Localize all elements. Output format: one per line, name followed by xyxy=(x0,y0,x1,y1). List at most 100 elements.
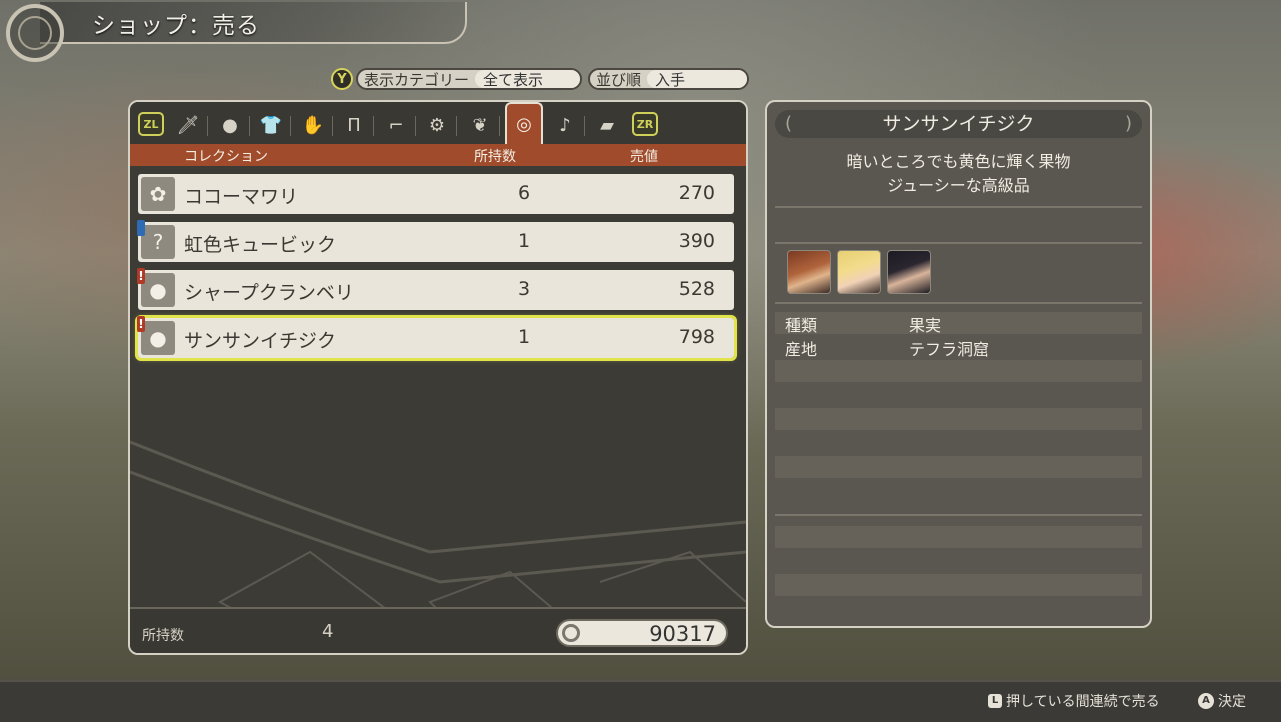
item-price: 270 xyxy=(678,182,715,204)
detail-title-bar: ( サンサンイチジク ) xyxy=(775,110,1142,138)
fruit-icon: ● xyxy=(141,321,175,355)
book-icon: ▰ xyxy=(600,114,614,136)
gear-icon: ⚙ xyxy=(428,114,446,136)
new-badge-icon xyxy=(137,220,145,236)
list-item-selected[interactable]: ● ! サンサンイチジク 1 798 xyxy=(135,315,737,361)
divider xyxy=(775,206,1142,208)
button-hint-bar: L 押している間連続で売る A 決定 xyxy=(0,680,1281,722)
question-icon: ? xyxy=(141,225,175,259)
boot-icon: ⌐ xyxy=(388,114,404,136)
alert-badge-icon: ! xyxy=(137,316,145,332)
list-item[interactable]: ✿ ココーマワリ 6 270 xyxy=(138,174,734,214)
owned-count-value: 4 xyxy=(322,621,334,642)
property-label-origin: 産地 xyxy=(785,340,818,359)
coin-icon xyxy=(562,624,580,642)
divider xyxy=(775,242,1142,244)
hold-sell-hint[interactable]: L 押している間連続で売る xyxy=(988,691,1160,711)
plant-icon: ❦ xyxy=(472,114,488,136)
category-filter-value: 全て表示 xyxy=(475,70,580,89)
category-filter[interactable]: 表示カテゴリー 全て表示 xyxy=(356,68,582,90)
right-ornament-icon: ) xyxy=(1124,113,1132,134)
property-row-bg xyxy=(775,408,1142,430)
tab-collection[interactable]: ◎ xyxy=(505,102,543,144)
page-title: ショップ：売る xyxy=(92,13,260,39)
item-price: 798 xyxy=(678,326,715,348)
character-portrait-2 xyxy=(837,250,881,294)
y-button-icon[interactable]: Y xyxy=(331,68,353,90)
column-price: 売値 xyxy=(630,149,658,165)
divider xyxy=(775,302,1142,304)
category-filter-label: 表示カテゴリー xyxy=(364,70,470,89)
item-qty: 3 xyxy=(518,278,531,300)
alert-badge-icon: ! xyxy=(137,268,145,284)
item-qty: 1 xyxy=(518,326,531,348)
flower-icon: ✿ xyxy=(141,177,175,211)
sword-icon: 🗡 xyxy=(176,114,200,136)
arm-icon: ✋ xyxy=(301,114,325,136)
music-note-icon: ♪ xyxy=(559,114,571,136)
owned-count-label: 所持数 xyxy=(142,628,184,644)
character-portrait-3 xyxy=(887,250,931,294)
money-amount: 90317 xyxy=(649,622,716,646)
zl-button-icon[interactable]: ZL xyxy=(138,112,164,136)
item-list-panel: ZL 🗡 ● 👕 ✋ Π ⌐ ⚙ ❦ ◎ ♪ ▰ ZR コレクション 所持数 売… xyxy=(128,100,748,655)
property-value-type: 果実 xyxy=(909,316,942,335)
item-qty: 6 xyxy=(518,182,531,204)
tab-torso[interactable]: 👕 xyxy=(254,110,291,140)
property-value-origin: テフラ洞窟 xyxy=(909,340,990,359)
shirt-icon: 👕 xyxy=(259,114,283,136)
divider xyxy=(775,514,1142,516)
collection-icon: ◎ xyxy=(516,113,532,135)
a-button-icon: A xyxy=(1198,693,1214,709)
hold-sell-label: 押している間連続で売る xyxy=(1006,694,1160,710)
detail-title: サンサンイチジク xyxy=(882,113,1035,135)
list-item[interactable]: ● ! シャープクランベリ 3 528 xyxy=(137,268,734,310)
item-name: 虹色キュービック xyxy=(184,234,337,256)
property-row-bg xyxy=(775,360,1142,382)
tab-legs[interactable]: Π xyxy=(337,110,374,140)
tab-core[interactable]: ⚙ xyxy=(420,110,457,140)
header-ring-emblem xyxy=(6,4,64,62)
column-name: コレクション xyxy=(184,149,268,165)
screen-header: ショップ：売る xyxy=(0,0,480,70)
property-row-bg xyxy=(775,526,1142,548)
detail-description-line2: ジューシーな高級品 xyxy=(887,176,1030,195)
list-footer: 所持数 4 90317 xyxy=(130,607,746,653)
head-icon: ● xyxy=(222,114,238,136)
tab-head[interactable]: ● xyxy=(213,110,250,140)
tab-plant[interactable]: ❦ xyxy=(463,110,500,140)
confirm-label: 決定 xyxy=(1218,694,1246,710)
item-detail-panel: ( サンサンイチジク ) 暗いところでも黄色に輝く果物 ジューシーな高級品 種類… xyxy=(765,100,1152,628)
sort-filter-value: 入手 xyxy=(647,70,747,89)
column-qty: 所持数 xyxy=(474,149,516,165)
list-item[interactable]: ? 虹色キュービック 1 390 xyxy=(137,220,734,262)
item-price: 390 xyxy=(678,230,715,252)
tab-feet[interactable]: ⌐ xyxy=(379,110,416,140)
sort-filter[interactable]: 並び順 入手 xyxy=(588,68,749,90)
item-name: シャープクランベリ xyxy=(184,282,354,304)
l-button-icon: L xyxy=(988,694,1002,708)
zr-button-icon[interactable]: ZR xyxy=(632,112,658,136)
tab-music[interactable]: ♪ xyxy=(548,110,585,140)
left-ornament-icon: ( xyxy=(785,113,793,134)
tab-arm[interactable]: ✋ xyxy=(296,110,333,140)
character-portrait-1 xyxy=(787,250,831,294)
list-column-header: コレクション 所持数 売値 xyxy=(130,144,746,166)
property-row-bg xyxy=(775,574,1142,596)
detail-description-line1: 暗いところでも黄色に輝く果物 xyxy=(846,152,1071,171)
sort-filter-label: 並び順 xyxy=(596,70,642,89)
fruit-icon: ● xyxy=(141,273,175,307)
pants-icon: Π xyxy=(347,114,361,136)
item-qty: 1 xyxy=(518,230,531,252)
confirm-hint[interactable]: A 決定 xyxy=(1198,691,1246,711)
property-row-bg xyxy=(775,456,1142,478)
money-display: 90317 xyxy=(556,619,728,647)
category-tabs: ZL 🗡 ● 👕 ✋ Π ⌐ ⚙ ❦ ◎ ♪ ▰ ZR xyxy=(130,102,746,144)
property-row-bg xyxy=(775,312,1142,334)
tab-book[interactable]: ▰ xyxy=(590,110,624,140)
property-label-type: 種類 xyxy=(785,316,818,335)
item-name: ココーマワリ xyxy=(184,186,299,208)
item-name: サンサンイチジク xyxy=(184,330,337,352)
item-price: 528 xyxy=(678,278,715,300)
tab-weapon[interactable]: 🗡 xyxy=(171,110,208,140)
